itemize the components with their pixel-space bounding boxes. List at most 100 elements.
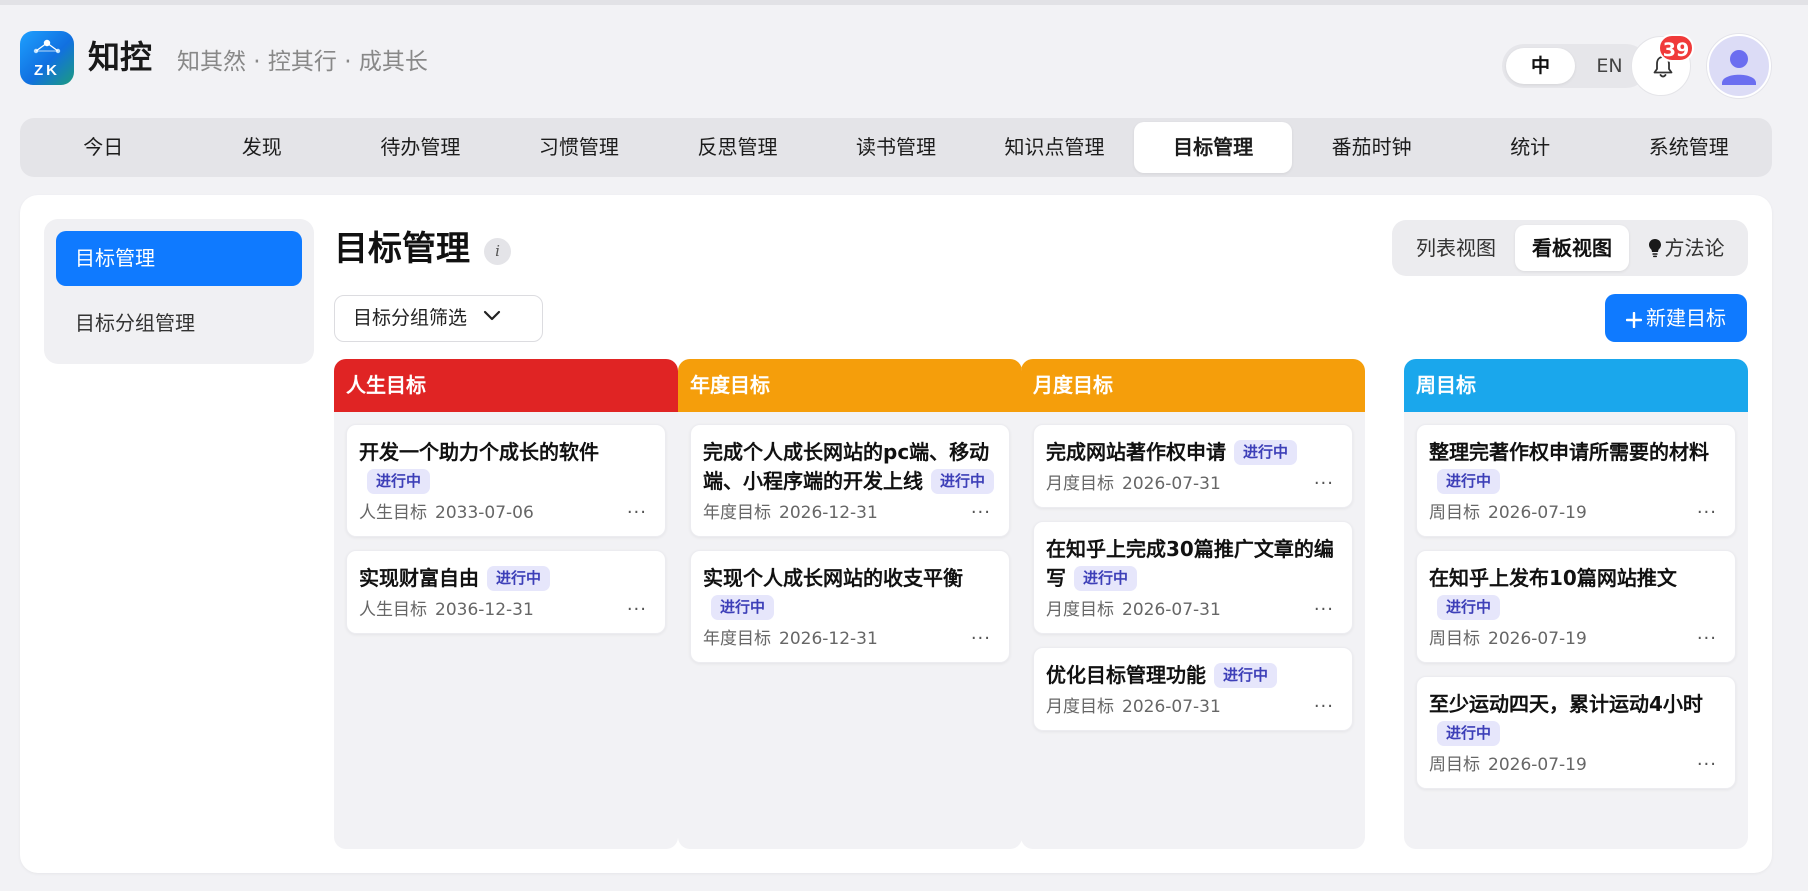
- logo-text: ZK: [34, 62, 60, 79]
- info-icon[interactable]: i: [484, 238, 511, 265]
- goal-date: 2033-07-06: [435, 503, 534, 523]
- goal-title: 完成个人成长网站的pc端、移动端、小程序端的开发上线 进行中: [703, 438, 997, 496]
- more-icon[interactable]: ···: [1314, 475, 1334, 493]
- list-view-button[interactable]: 列表视图: [1397, 225, 1515, 271]
- more-icon[interactable]: ···: [971, 504, 991, 522]
- goal-type: 月度目标: [1046, 474, 1114, 494]
- status-badge: 进行中: [1437, 595, 1501, 620]
- network-icon: [33, 39, 61, 54]
- app-logo[interactable]: ZK: [20, 31, 74, 85]
- lightbulb-icon: [1648, 239, 1661, 258]
- nav-item-pomodoro[interactable]: 番茄时钟: [1292, 122, 1451, 173]
- goal-card[interactable]: 至少运动四天，累计运动4小时进行中 周目标 2026-07-19 ···: [1416, 676, 1736, 789]
- app-header: ZK 知控 知其然 · 控其行 · 成其长 中 EN 39: [0, 5, 1808, 113]
- goal-card[interactable]: 完成个人成长网站的pc端、移动端、小程序端的开发上线 进行中 年度目标 2026-1…: [690, 424, 1010, 537]
- goal-date: 2026-07-31: [1122, 474, 1221, 494]
- more-icon[interactable]: ···: [627, 504, 647, 522]
- sidebar-item-goals[interactable]: 目标管理: [56, 231, 302, 286]
- status-badge: 进行中: [1234, 440, 1298, 465]
- nav-item-habit[interactable]: 习惯管理: [500, 122, 659, 173]
- goal-title: 至少运动四天，累计运动4小时进行中: [1429, 690, 1723, 748]
- goal-meta: 人生目标 2033-07-06: [359, 502, 653, 524]
- status-badge: 进行中: [711, 595, 775, 620]
- status-badge: 进行中: [367, 469, 431, 494]
- goal-title: 开发一个助力个成长的软件进行中: [359, 438, 653, 496]
- goal-card[interactable]: 实现个人成长网站的收支平衡进行中 年度目标 2026-12-31 ···: [690, 550, 1010, 663]
- more-icon[interactable]: ···: [1314, 601, 1334, 619]
- goal-type: 月度目标: [1046, 697, 1114, 717]
- goal-meta: 人生目标 2036-12-31: [359, 599, 653, 621]
- goal-type: 周目标: [1429, 629, 1480, 649]
- lang-option-zh[interactable]: 中: [1506, 48, 1575, 84]
- goal-date: 2026-12-31: [779, 629, 878, 649]
- app-name: 知控: [88, 38, 153, 76]
- goal-card[interactable]: 在知乎上完成30篇推广文章的编写 进行中 月度目标 2026-07-31 ···: [1033, 521, 1353, 634]
- status-badge: 进行中: [1437, 721, 1501, 746]
- goal-card[interactable]: 整理完著作权申请所需要的材料进行中 周目标 2026-07-19 ···: [1416, 424, 1736, 537]
- goal-title: 整理完著作权申请所需要的材料进行中: [1429, 438, 1723, 496]
- page-title: 目标管理: [334, 229, 470, 269]
- goal-type: 人生目标: [359, 503, 427, 523]
- nav-item-reading[interactable]: 读书管理: [817, 122, 976, 173]
- column-header: 月度目标: [1021, 359, 1365, 412]
- goal-date: 2026-12-31: [779, 503, 878, 523]
- goal-card[interactable]: 优化目标管理功能 进行中 月度目标 2026-07-31 ···: [1033, 647, 1353, 731]
- goal-meta: 年度目标 2026-12-31: [703, 502, 997, 524]
- goal-meta: 周目标 2026-07-19: [1429, 502, 1723, 524]
- nav-item-goals[interactable]: 目标管理: [1133, 122, 1293, 173]
- main-nav: 今日 发现 待办管理 习惯管理 反思管理 读书管理 知识点管理 目标管理 番茄时…: [20, 118, 1772, 177]
- sidebar: 目标管理 目标分组管理: [44, 219, 314, 364]
- goal-date: 2026-07-19: [1488, 503, 1587, 523]
- column-header: 人生目标: [334, 359, 678, 412]
- goal-card[interactable]: 完成网站著作权申请 进行中 月度目标 2026-07-31 ···: [1033, 424, 1353, 508]
- goal-date: 2036-12-31: [435, 600, 534, 620]
- goal-card[interactable]: 实现财富自由 进行中 人生目标 2036-12-31 ···: [346, 550, 666, 634]
- nav-item-today[interactable]: 今日: [24, 122, 183, 173]
- group-filter-dropdown[interactable]: 目标分组筛选: [334, 295, 543, 342]
- goal-card[interactable]: 在知乎上发布10篇网站推文进行中 周目标 2026-07-19 ···: [1416, 550, 1736, 663]
- goal-title: 完成网站著作权申请 进行中: [1046, 438, 1340, 467]
- board-column-month: 月度目标 完成网站著作权申请 进行中 月度目标 2026-07-31 ··· 在知乎…: [1021, 359, 1365, 849]
- nav-item-discover[interactable]: 发现: [183, 122, 342, 173]
- more-icon[interactable]: ···: [1314, 698, 1334, 716]
- kanban-view-button[interactable]: 看板视图: [1515, 225, 1629, 271]
- goal-title: 优化目标管理功能 进行中: [1046, 661, 1340, 690]
- group-filter-label: 目标分组筛选: [353, 307, 468, 329]
- user-avatar[interactable]: [1707, 34, 1771, 98]
- nav-item-system[interactable]: 系统管理: [1609, 122, 1768, 173]
- more-icon[interactable]: ···: [1697, 630, 1717, 648]
- nav-item-stats[interactable]: 统计: [1451, 122, 1610, 173]
- methodology-label: 方法论: [1664, 236, 1725, 260]
- goal-meta: 周目标 2026-07-19: [1429, 628, 1723, 650]
- column-header: 年度目标: [678, 359, 1022, 412]
- more-icon[interactable]: ···: [627, 601, 647, 619]
- status-badge: 进行中: [1214, 663, 1278, 688]
- board-column-week: 周目标 整理完著作权申请所需要的材料进行中 周目标 2026-07-19 ··· …: [1404, 359, 1748, 849]
- content-panel: 目标管理 目标分组管理 目标管理 i 列表视图 看板视图 方法论 目标分组筛选 …: [20, 195, 1772, 873]
- goal-date: 2026-07-31: [1122, 697, 1221, 717]
- goal-type: 周目标: [1429, 755, 1480, 775]
- more-icon[interactable]: ···: [971, 630, 991, 648]
- language-switch: 中 EN: [1502, 44, 1648, 88]
- nav-item-todo[interactable]: 待办管理: [341, 122, 500, 173]
- goal-meta: 月度目标 2026-07-31: [1046, 473, 1340, 495]
- chevron-down-icon: [483, 310, 501, 321]
- methodology-button[interactable]: 方法论: [1629, 225, 1743, 271]
- board-column-life: 人生目标 开发一个助力个成长的软件进行中 人生目标 2033-07-06 ··· …: [334, 359, 678, 849]
- goal-title: 实现个人成长网站的收支平衡进行中: [703, 564, 997, 622]
- sidebar-item-goal-groups[interactable]: 目标分组管理: [56, 296, 302, 351]
- new-goal-button[interactable]: 新建目标: [1605, 294, 1747, 342]
- new-goal-label: 新建目标: [1646, 306, 1726, 330]
- goal-type: 人生目标: [359, 600, 427, 620]
- more-icon[interactable]: ···: [1697, 504, 1717, 522]
- goal-meta: 月度目标 2026-07-31: [1046, 696, 1340, 718]
- nav-item-knowledge[interactable]: 知识点管理: [975, 122, 1134, 173]
- view-switch: 列表视图 看板视图 方法论: [1392, 220, 1748, 276]
- goal-type: 月度目标: [1046, 600, 1114, 620]
- goal-meta: 月度目标 2026-07-31: [1046, 599, 1340, 621]
- goal-card[interactable]: 开发一个助力个成长的软件进行中 人生目标 2033-07-06 ···: [346, 424, 666, 537]
- more-icon[interactable]: ···: [1697, 756, 1717, 774]
- plus-icon: [1625, 311, 1643, 329]
- nav-item-reflection[interactable]: 反思管理: [658, 122, 817, 173]
- notification-count-badge: 39: [1658, 34, 1694, 62]
